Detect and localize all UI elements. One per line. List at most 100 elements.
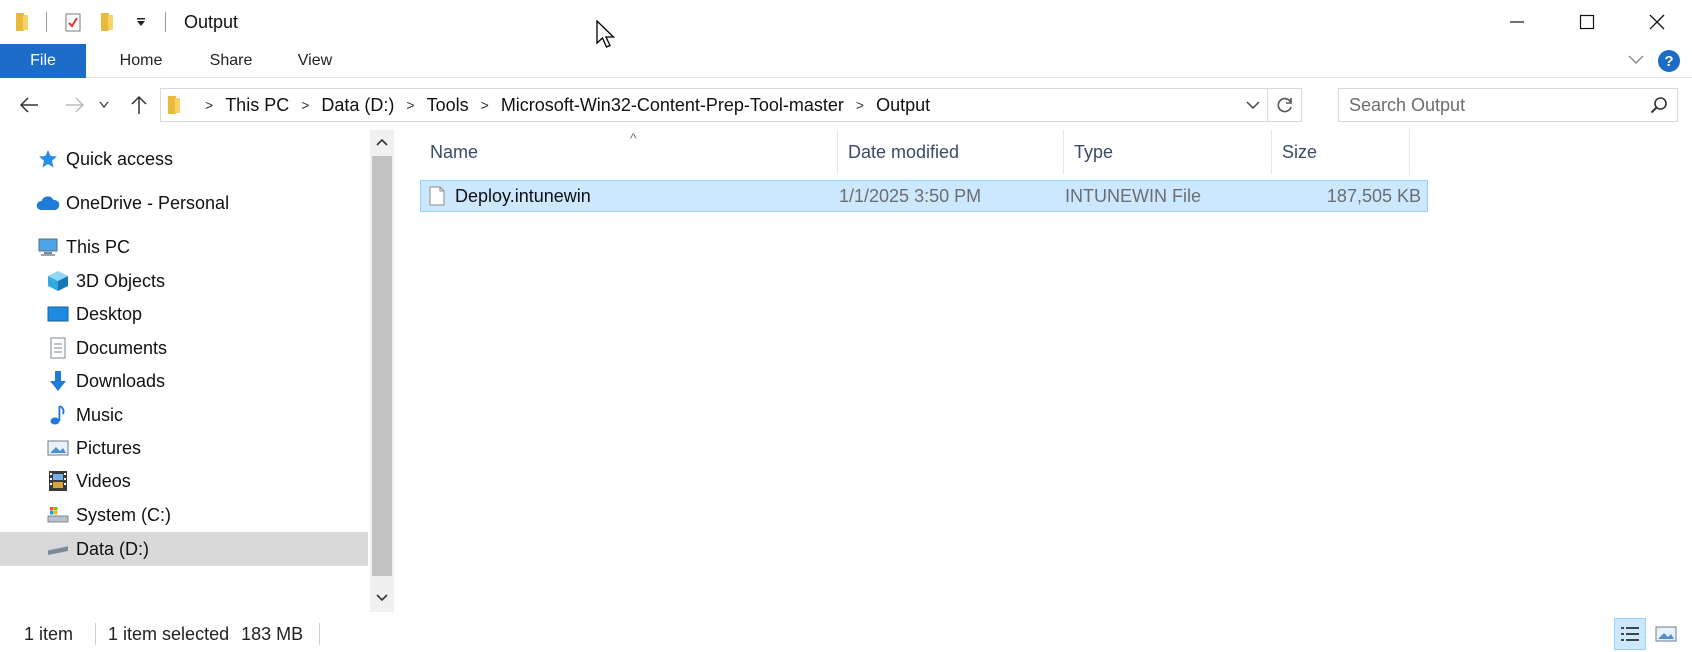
navigation-pane: Quick access OneDrive - Personal This PC… — [0, 130, 394, 612]
nav-item-quick-access[interactable]: Quick access — [0, 142, 368, 176]
mouse-cursor-icon — [596, 19, 618, 55]
status-divider — [95, 623, 97, 645]
column-header-size[interactable]: Size — [1272, 130, 1410, 174]
breadcrumb-chevron-icon[interactable]: > — [856, 97, 864, 113]
minimize-button[interactable] — [1482, 0, 1552, 44]
search-icon[interactable] — [1641, 96, 1677, 114]
tab-file[interactable]: File — [0, 44, 86, 78]
cube-icon — [46, 269, 70, 293]
details-view-icon[interactable] — [1614, 618, 1646, 650]
file-date-modified: 1/1/2025 3:50 PM — [839, 185, 982, 206]
nav-item-this-pc[interactable]: This PC — [0, 230, 368, 264]
file-icon — [429, 186, 445, 206]
maximize-button[interactable] — [1552, 0, 1622, 44]
nav-item-label: Documents — [76, 337, 168, 358]
back-button[interactable] — [14, 84, 44, 126]
nav-item-label: Music — [76, 404, 124, 425]
nav-item-label: Videos — [76, 470, 131, 491]
properties-icon[interactable] — [63, 11, 83, 33]
breadcrumb-chevron-icon[interactable]: > — [406, 97, 414, 113]
column-header-type[interactable]: Type — [1064, 130, 1272, 174]
breadcrumb-content-prep-tool[interactable]: Microsoft-Win32-Content-Prep-Tool-master — [501, 95, 844, 116]
breadcrumb-this-pc[interactable]: This PC — [225, 95, 289, 116]
nav-item-3d-objects[interactable]: 3D Objects — [0, 264, 368, 298]
breadcrumb-chevron-icon[interactable]: > — [205, 97, 213, 113]
file-name: Deploy.intunewin — [455, 185, 591, 206]
nav-item-data-d[interactable]: Data (D:) — [0, 532, 368, 566]
expand-ribbon-chevron-icon[interactable] — [1628, 52, 1644, 70]
nav-item-pictures[interactable]: Pictures — [0, 431, 368, 465]
nav-item-videos[interactable]: Videos — [0, 464, 368, 498]
breadcrumb-tools[interactable]: Tools — [427, 95, 469, 116]
address-history-chevron-icon[interactable] — [1241, 89, 1265, 121]
breadcrumb-chevron-icon[interactable]: > — [481, 97, 489, 113]
computer-icon — [36, 235, 60, 259]
close-button[interactable] — [1622, 0, 1692, 44]
view-switcher — [1614, 618, 1682, 650]
tab-share[interactable]: Share — [186, 44, 276, 78]
nav-item-label: Desktop — [76, 303, 143, 324]
nav-item-documents[interactable]: Documents — [0, 331, 368, 365]
nav-item-label: System (C:) — [76, 504, 172, 525]
column-header-date-modified[interactable]: Date modified — [838, 130, 1064, 174]
nav-item-label: OneDrive - Personal — [66, 192, 230, 213]
scroll-down-arrow-icon[interactable] — [370, 586, 394, 610]
toolbar-divider — [46, 12, 47, 32]
search-input[interactable]: Search Output — [1339, 95, 1641, 116]
customize-toolbar-dropdown-icon[interactable] — [131, 11, 151, 33]
nav-item-downloads[interactable]: Downloads — [0, 364, 368, 398]
nav-item-label: This PC — [66, 236, 131, 257]
toolbar-divider — [165, 12, 166, 32]
breadcrumb-chevron-icon[interactable]: > — [301, 97, 309, 113]
title-bar: Output — [0, 0, 1692, 44]
refresh-icon[interactable] — [1267, 89, 1301, 121]
help-icon[interactable]: ? — [1658, 50, 1680, 72]
large-icons-view-icon[interactable] — [1650, 618, 1682, 650]
film-icon — [46, 469, 70, 493]
status-divider — [319, 623, 321, 645]
selection-size: 183 MB — [241, 623, 304, 644]
navigation-bar: > This PC > Data (D:) > Tools > Microsof… — [0, 84, 1692, 126]
search-box[interactable]: Search Output — [1338, 88, 1678, 122]
ribbon-right-controls: ? — [1628, 50, 1680, 72]
recent-locations-chevron-icon[interactable] — [94, 84, 114, 126]
table-row[interactable]: Deploy.intunewin 1/1/2025 3:50 PM INTUNE… — [420, 180, 1428, 212]
breadcrumb-data-d[interactable]: Data (D:) — [321, 95, 394, 116]
address-bar[interactable]: > This PC > Data (D:) > Tools > Microsof… — [160, 88, 1302, 122]
ribbon-tabs: File Home Share View ? — [0, 44, 1692, 78]
forward-button[interactable] — [60, 84, 90, 126]
nav-item-music[interactable]: Music — [0, 398, 368, 432]
file-name-cell[interactable]: Deploy.intunewin — [421, 181, 591, 211]
tab-view[interactable]: View — [276, 44, 354, 78]
status-bar: 1 item 1 item selected 183 MB — [0, 616, 1692, 652]
system-drive-icon — [46, 503, 70, 527]
file-size: 187,505 KB — [1326, 185, 1421, 206]
drive-icon — [46, 537, 70, 561]
nav-item-onedrive[interactable]: OneDrive - Personal — [0, 186, 368, 220]
nav-item-desktop[interactable]: Desktop — [0, 297, 368, 331]
scroll-up-arrow-icon[interactable] — [370, 130, 394, 154]
up-button[interactable] — [124, 84, 154, 126]
breadcrumb: > This PC > Data (D:) > Tools > Microsof… — [193, 95, 930, 116]
nav-item-label: Data (D:) — [76, 538, 150, 559]
nav-item-label: Downloads — [76, 370, 166, 391]
cloud-icon — [36, 191, 60, 215]
window-title: Output — [184, 11, 239, 32]
navigation-pane-scrollbar[interactable] — [370, 130, 394, 612]
nav-item-label: Pictures — [76, 437, 142, 458]
scrollbar-thumb[interactable] — [372, 156, 392, 576]
desktop-icon — [46, 302, 70, 326]
file-list: ^ Name Date modified Type Size Deploy.in… — [396, 130, 1692, 612]
window-controls — [1482, 0, 1692, 44]
star-icon — [36, 147, 60, 171]
item-count: 1 item — [24, 623, 74, 644]
new-folder-icon[interactable] — [97, 11, 117, 33]
breadcrumb-output[interactable]: Output — [876, 95, 930, 116]
documents-icon — [46, 336, 70, 360]
selection-count: 1 item selected — [108, 623, 230, 644]
tab-home[interactable]: Home — [96, 44, 186, 78]
nav-item-system-c[interactable]: System (C:) — [0, 498, 368, 532]
quick-access-toolbar — [0, 11, 182, 33]
column-header-name[interactable]: Name — [420, 130, 838, 174]
folder-icon — [167, 95, 181, 115]
